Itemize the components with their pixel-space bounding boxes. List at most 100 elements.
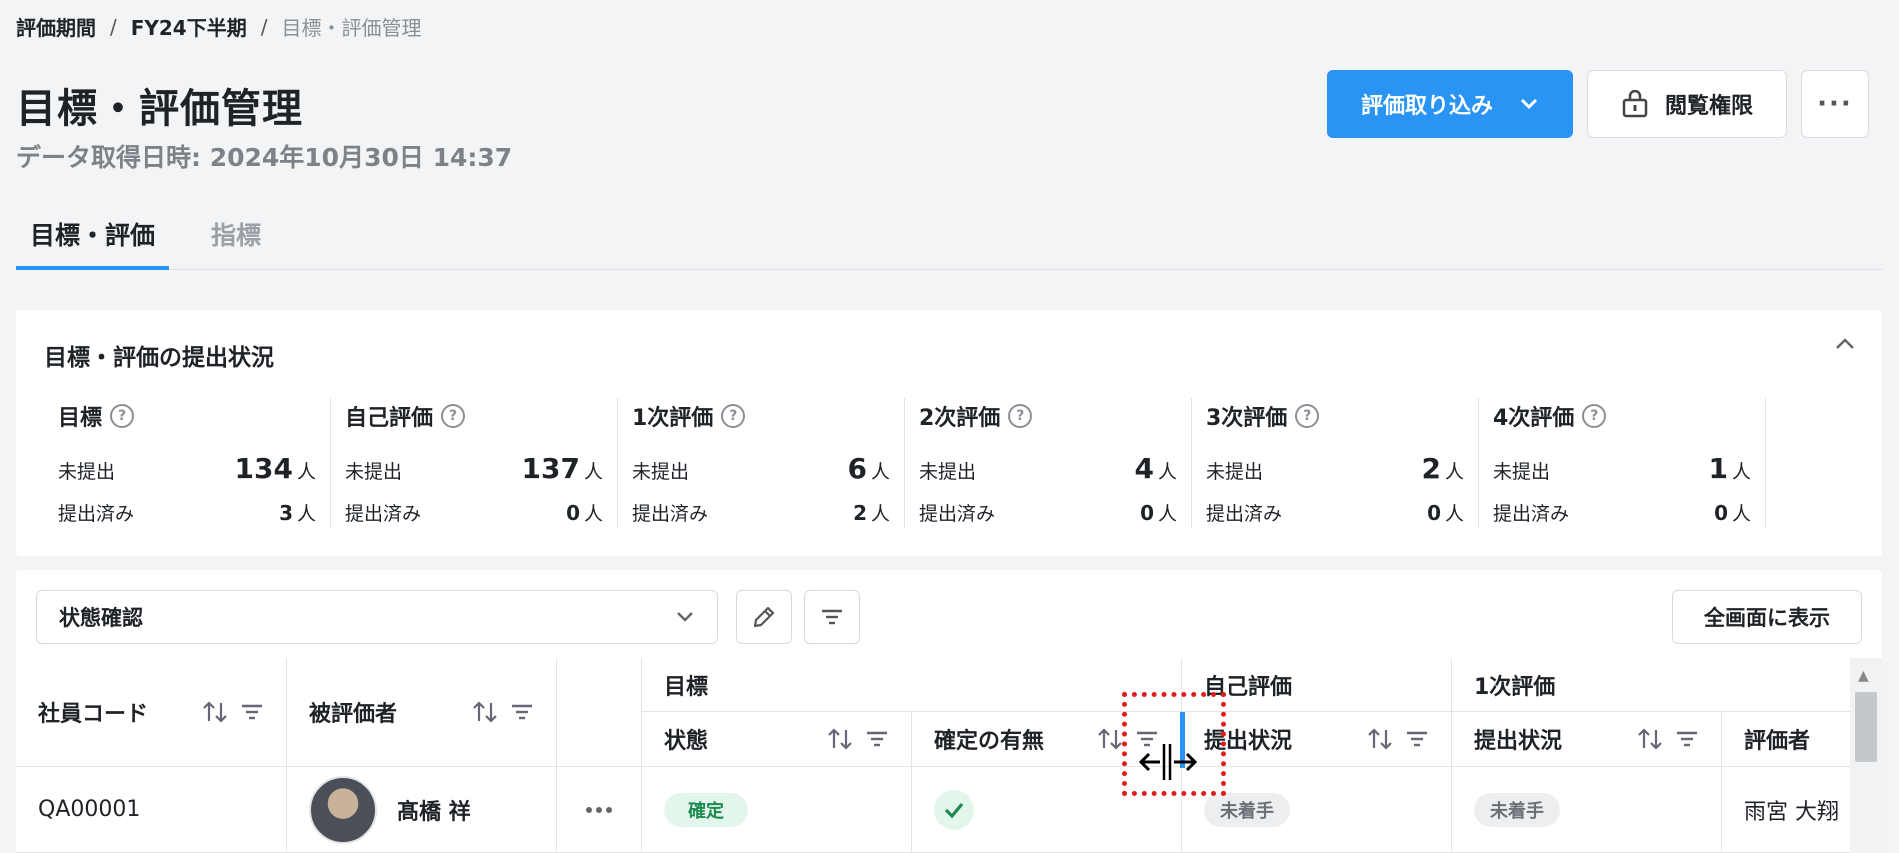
- status-badge: 未着手: [1474, 792, 1560, 827]
- employee-code: QA00001: [38, 797, 141, 822]
- help-icon[interactable]: ?: [1582, 404, 1607, 428]
- cell-goal-status: 確定: [642, 767, 912, 853]
- metric-title: 自己評価 ?: [345, 398, 603, 434]
- submission-status-card: 目標・評価の提出状況 目標 ? 未提出 134 人 提出済み 3人 自己評価 ? …: [16, 310, 1882, 556]
- evaluatee-name: 髙橋 祥: [397, 799, 471, 825]
- more-options-button[interactable]: ···: [1801, 70, 1869, 138]
- resize-cursor-icon: [1138, 742, 1202, 786]
- filter-icon[interactable]: [1675, 729, 1699, 749]
- help-icon[interactable]: ?: [441, 404, 466, 428]
- help-icon[interactable]: ?: [110, 404, 135, 428]
- filter-icon[interactable]: [510, 702, 534, 722]
- column-header-label: 状態: [664, 729, 709, 754]
- help-icon[interactable]: ?: [1008, 404, 1033, 428]
- filter-icon: [822, 609, 842, 625]
- metric-unsubmitted-row: 未提出 4人: [919, 452, 1177, 485]
- column-header-self-submission[interactable]: 提出状況: [1182, 712, 1452, 767]
- metric-group: 1次評価 ? 未提出 6人 提出済み 2人: [618, 398, 905, 528]
- submitted-count[interactable]: 0: [566, 501, 580, 525]
- view-select[interactable]: 状態確認: [36, 590, 718, 644]
- breadcrumb-evaluation-period[interactable]: 評価期間: [16, 12, 96, 41]
- column-header-evaluatee[interactable]: 被評価者: [287, 658, 557, 767]
- group-header-first-evaluation: 1次評価: [1452, 658, 1850, 712]
- column-header-label: 被評価者: [309, 702, 398, 727]
- fullscreen-button[interactable]: 全画面に表示: [1672, 590, 1862, 644]
- unit-label: 人: [583, 503, 603, 525]
- unsubmitted-label: 未提出: [919, 461, 977, 483]
- filter-icon[interactable]: [1405, 729, 1429, 749]
- unit-label: 人: [1731, 461, 1751, 483]
- group-header-goals: 目標: [642, 658, 1182, 712]
- column-header-first-submission[interactable]: 提出状況: [1452, 712, 1722, 767]
- sort-icon[interactable]: [472, 700, 498, 724]
- submitted-count[interactable]: 0: [1427, 501, 1441, 525]
- collapse-button[interactable]: [1834, 332, 1856, 357]
- column-header-first-evaluator[interactable]: 評価者: [1722, 712, 1850, 767]
- metric-title-label: 目標: [58, 406, 103, 431]
- unsubmitted-label: 未提出: [58, 461, 116, 483]
- evaluation-grid: 社員コード 被評価者 目標 自己評価 1次評価 状態 確定の有無 提出状況 提出…: [16, 658, 1850, 853]
- evaluation-table-card: 状態確認 全画面に表示 社員コード 被評価者 目標 自己評価 1次評価 状態 確…: [16, 570, 1882, 853]
- unsubmitted-count[interactable]: 137: [522, 452, 580, 485]
- unsubmitted-label: 未提出: [345, 461, 403, 483]
- help-icon[interactable]: ?: [1295, 404, 1320, 428]
- sort-icon[interactable]: [1097, 727, 1123, 751]
- scroll-up-arrow-icon[interactable]: ▲: [1858, 668, 1869, 684]
- unit-label: 人: [296, 503, 316, 525]
- metric-title-label: 3次評価: [1206, 406, 1288, 431]
- sort-icon[interactable]: [202, 700, 228, 724]
- sort-filter-controls: [1367, 727, 1429, 751]
- import-evaluation-button[interactable]: 評価取り込み: [1327, 70, 1573, 138]
- more-horizontal-icon[interactable]: [585, 806, 613, 814]
- metric-title: 3次評価 ?: [1206, 398, 1464, 434]
- metric-group: 2次評価 ? 未提出 4人 提出済み 0人: [905, 398, 1192, 528]
- pencil-icon: [753, 606, 775, 628]
- cell-row-actions[interactable]: [557, 767, 642, 853]
- column-header-employee-code[interactable]: 社員コード: [16, 658, 287, 767]
- submitted-count[interactable]: 0: [1714, 501, 1728, 525]
- breadcrumb-fy24[interactable]: FY24下半期: [131, 12, 247, 41]
- metric-title: 4次評価 ?: [1493, 398, 1751, 434]
- cell-employee-code: QA00001: [16, 767, 287, 853]
- unit-label: 人: [1731, 503, 1751, 525]
- unit-label: 人: [1444, 461, 1464, 483]
- scrollbar-thumb[interactable]: [1855, 692, 1877, 762]
- column-header-goal-status[interactable]: 状態: [642, 712, 912, 767]
- submitted-count[interactable]: 3: [279, 501, 293, 525]
- avatar: [309, 775, 377, 844]
- tab-indicators[interactable]: 指標: [197, 210, 275, 269]
- submitted-count[interactable]: 2: [853, 501, 867, 525]
- evaluator-name: 雨宮 大翔: [1744, 799, 1839, 825]
- sort-filter-controls: [202, 700, 264, 724]
- column-header-label: 確定の有無: [934, 729, 1045, 754]
- status-badge: 確定: [664, 792, 748, 827]
- unsubmitted-count[interactable]: 6: [848, 452, 867, 485]
- metric-title-label: 1次評価: [632, 406, 714, 431]
- metric-title-label: 自己評価: [345, 406, 434, 431]
- page-title: 目標・評価管理: [16, 86, 303, 132]
- filter-icon[interactable]: [240, 702, 264, 722]
- filter-button[interactable]: [804, 590, 860, 644]
- metric-title-label: 2次評価: [919, 406, 1001, 431]
- tab-goals-evaluation[interactable]: 目標・評価: [16, 210, 170, 270]
- unsubmitted-count[interactable]: 1: [1709, 452, 1728, 485]
- unit-label: 人: [870, 503, 890, 525]
- vertical-scrollbar[interactable]: ▲: [1850, 658, 1882, 853]
- sort-icon[interactable]: [1637, 727, 1663, 751]
- group-header-label: 目標: [664, 674, 709, 700]
- unsubmitted-count[interactable]: 2: [1422, 452, 1441, 485]
- edit-view-button[interactable]: [736, 590, 792, 644]
- cell-evaluatee[interactable]: 髙橋 祥: [287, 767, 557, 853]
- sort-icon[interactable]: [1367, 727, 1393, 751]
- view-permission-button[interactable]: 閲覧権限: [1587, 70, 1787, 138]
- submitted-count[interactable]: 0: [1140, 501, 1154, 525]
- metric-title: 2次評価 ?: [919, 398, 1177, 434]
- sort-icon[interactable]: [827, 727, 853, 751]
- help-icon[interactable]: ?: [721, 404, 746, 428]
- unsubmitted-count[interactable]: 4: [1135, 452, 1154, 485]
- column-header-label: 提出状況: [1204, 729, 1293, 754]
- sort-filter-controls: [472, 700, 534, 724]
- filter-icon[interactable]: [865, 729, 889, 749]
- unsubmitted-count[interactable]: 134: [235, 452, 293, 485]
- metric-submitted-row: 提出済み 0人: [1206, 499, 1464, 526]
